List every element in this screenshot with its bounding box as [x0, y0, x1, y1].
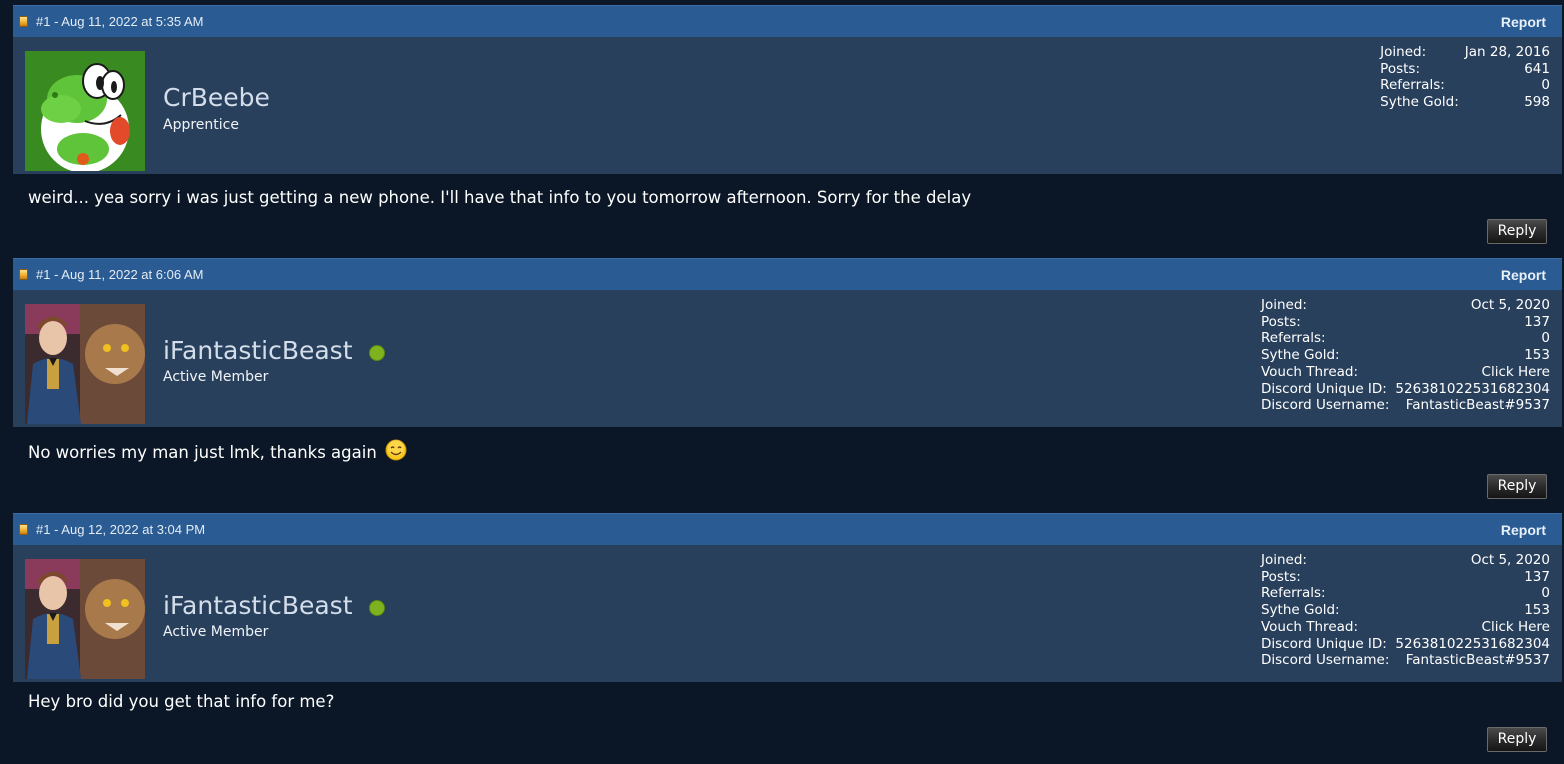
post-date: #1 - Aug 12, 2022 at 3:04 PM [36, 522, 206, 537]
message-text: weird... yea sorry i was just getting a … [28, 188, 972, 207]
stat-label: Referrals: [1260, 330, 1326, 347]
user-stats: Joined: Oct 5, 2020 Posts: 137 Referrals: 0… [1261, 297, 1550, 414]
user-panel: iFantasticBeast Active Member Joined: Oct… [13, 545, 1562, 682]
post-header: #1 - Aug 11, 2022 at 5:35 AM Report [13, 5, 1562, 37]
stat-label: Joined: [1260, 297, 1307, 313]
stat-value: 526381022531682304 [1395, 635, 1550, 652]
stat-label: Posts: [1260, 313, 1301, 330]
reply-button[interactable]: Reply [1487, 219, 1547, 244]
report-link[interactable]: Report [1501, 267, 1562, 283]
post-body: No worries my man just lmk, thanks again… [13, 427, 1562, 513]
stat-value: 153 [1524, 347, 1550, 364]
user-panel: CrBeebe Apprentice Joined: Jan 28, 2016 P… [13, 37, 1562, 174]
post-body: Hey bro did you get that info for me? Re… [13, 682, 1562, 764]
stat-label: Posts: [1260, 568, 1301, 585]
stat-value: 153 [1524, 602, 1550, 619]
post-date: #1 - Aug 11, 2022 at 6:06 AM [36, 267, 204, 282]
post: #1 - Aug 12, 2022 at 3:04 PM Report iFan… [13, 513, 1562, 764]
stat-value: 137 [1524, 568, 1550, 585]
message-text: No worries my man just lmk, thanks again [28, 442, 377, 462]
stat-value: 598 [1524, 94, 1550, 111]
username[interactable]: iFantasticBeast [163, 336, 353, 365]
stat-label: Joined: [1260, 552, 1307, 568]
user-stats: Joined: Jan 28, 2016 Posts: 641 Referrals:… [1380, 44, 1550, 111]
fantastic-beasts-avatar[interactable] [25, 559, 145, 679]
stat-value: 526381022531682304 [1395, 380, 1550, 397]
fantastic-beasts-avatar[interactable] [25, 304, 145, 424]
stat-value: 641 [1524, 60, 1550, 77]
yoshi-avatar[interactable] [25, 51, 145, 171]
stat-value: 0 [1541, 330, 1550, 347]
reply-button[interactable]: Reply [1487, 727, 1547, 752]
stat-value: Oct 5, 2020 [1470, 552, 1550, 568]
vouch-thread-link[interactable]: Click Here [1389, 364, 1550, 381]
post-icon [19, 524, 28, 535]
post-icon [19, 16, 28, 27]
user-rank: Apprentice [163, 117, 239, 133]
user-panel: iFantasticBeast Active Member Joined: Oct… [13, 290, 1562, 427]
report-link[interactable]: Report [1501, 14, 1562, 30]
stat-label: Vouch Thread: [1260, 618, 1359, 635]
post: #1 - Aug 11, 2022 at 6:06 AM Report iFan… [13, 258, 1562, 513]
stat-label: Discord Username: [1260, 397, 1390, 414]
stat-value: Oct 5, 2020 [1470, 297, 1550, 313]
vouch-thread-link[interactable]: Click Here [1389, 619, 1550, 636]
user-rank: Active Member [163, 369, 269, 385]
post-icon [19, 269, 28, 280]
stat-label: Vouch Thread: [1260, 363, 1359, 380]
stat-label: Joined: [1380, 44, 1427, 60]
message-text: Hey bro did you get that info for me? [28, 692, 335, 711]
post-header: #1 - Aug 11, 2022 at 6:06 AM Report [13, 258, 1562, 290]
stat-label: Discord Username: [1260, 652, 1390, 669]
stat-value: 137 [1524, 313, 1550, 330]
reply-button[interactable]: Reply [1487, 474, 1547, 499]
smiley-icon [385, 439, 407, 465]
stat-label: Referrals: [1260, 585, 1326, 602]
online-indicator-icon [369, 345, 385, 361]
stat-value: FantasticBeast#9537 [1405, 397, 1550, 414]
post: #1 - Aug 11, 2022 at 5:35 AM Report CrBe [13, 5, 1562, 258]
stat-label: Sythe Gold: [1260, 347, 1340, 364]
stat-value: FantasticBeast#9537 [1405, 652, 1550, 669]
stat-label: Sythe Gold: [1380, 94, 1459, 111]
online-indicator-icon [369, 600, 385, 616]
stat-label: Referrals: [1380, 77, 1445, 94]
username[interactable]: iFantasticBeast [163, 591, 353, 620]
post-body: weird... yea sorry i was just getting a … [13, 174, 1562, 258]
stat-value: Jan 28, 2016 [1464, 44, 1550, 60]
stat-label: Discord Unique ID: [1260, 635, 1387, 652]
report-link[interactable]: Report [1501, 522, 1562, 538]
user-stats: Joined: Oct 5, 2020 Posts: 137 Referrals: 0… [1261, 552, 1550, 669]
post-header: #1 - Aug 12, 2022 at 3:04 PM Report [13, 513, 1562, 545]
stat-label: Discord Unique ID: [1260, 380, 1387, 397]
stat-value: 0 [1541, 77, 1550, 94]
stat-label: Sythe Gold: [1260, 602, 1340, 619]
user-rank: Active Member [163, 624, 269, 640]
username[interactable]: CrBeebe [163, 83, 270, 112]
stat-value: 0 [1541, 585, 1550, 602]
stat-label: Posts: [1380, 60, 1420, 77]
post-date: #1 - Aug 11, 2022 at 5:35 AM [36, 14, 204, 29]
